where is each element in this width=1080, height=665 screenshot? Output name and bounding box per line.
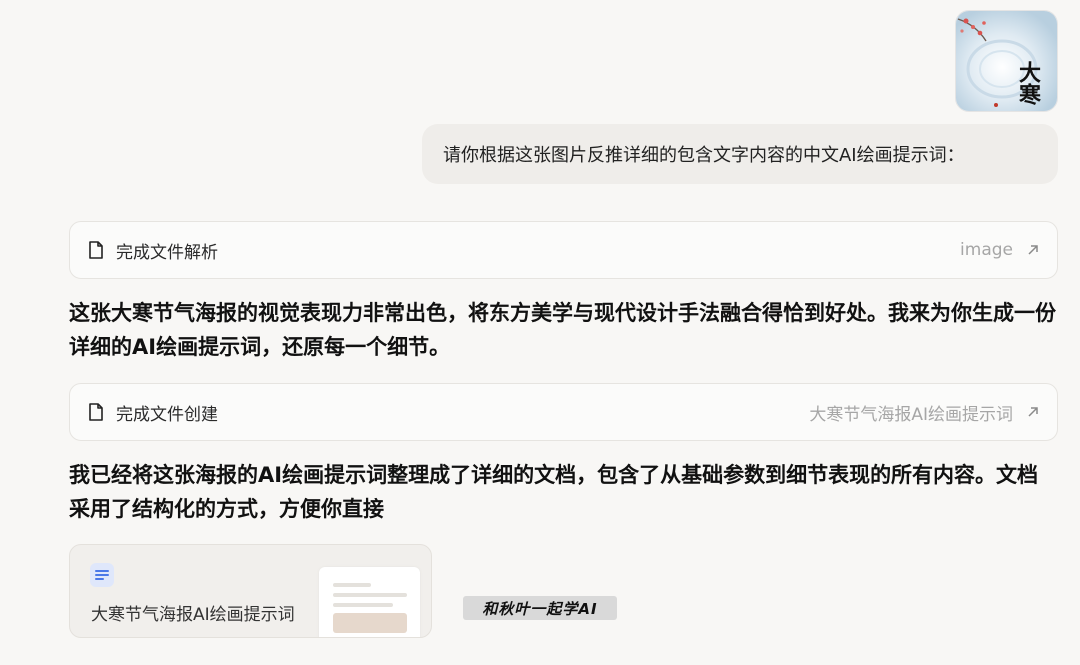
document-preview-card[interactable]: 大寒节气海报AI绘画提示词: [69, 544, 432, 638]
assistant-response-paragraph: 这张大寒节气海报的视觉表现力非常出色，将东方美学与现代设计手法融合得恰到好处。我…: [69, 301, 1056, 359]
file-create-label: 完成文件创建: [116, 404, 218, 425]
file-create-link[interactable]: 大寒节气海报AI绘画提示词: [809, 400, 1039, 425]
poster-image: 大寒: [956, 11, 1057, 111]
file-create-link-text: 大寒节气海报AI绘画提示词: [809, 404, 1013, 425]
user-message-bubble: 请你根据这张图片反推详细的包含文字内容的中文AI绘画提示词：: [422, 124, 1058, 184]
external-arrow-icon: [1028, 407, 1038, 417]
document-title: 大寒节气海报AI绘画提示词: [91, 605, 295, 625]
doc-file-icon: [90, 563, 114, 587]
watermark-text: 和秋叶一起学AI: [482, 599, 598, 618]
document-thumbnail: [319, 567, 420, 637]
external-arrow-icon: [1028, 245, 1038, 255]
chat-page: 大寒 请你根据这张图片反推详细的包含文字内容的中文AI绘画提示词： 完成文件解析…: [0, 0, 1080, 665]
poster-title-text: 大寒: [1015, 61, 1041, 106]
uploaded-image[interactable]: 大寒: [955, 10, 1058, 112]
file-parse-label: 完成文件解析: [116, 242, 218, 263]
assistant-response-paragraph: 我已经将这张海报的AI绘画提示词整理成了详细的文档，包含了从基础参数到细节表现的…: [69, 463, 1039, 521]
document-icon: [89, 241, 103, 259]
file-parse-link-text: image: [960, 240, 1013, 260]
document-icon: [89, 403, 103, 421]
file-parse-link[interactable]: image: [960, 240, 1039, 260]
user-message-text: 请你根据这张图片反推详细的包含文字内容的中文AI绘画提示词：: [443, 145, 965, 166]
file-create-card[interactable]: 完成文件创建 大寒节气海报AI绘画提示词: [69, 383, 1058, 441]
watermark: 和秋叶一起学AI: [463, 596, 617, 620]
file-parse-card[interactable]: 完成文件解析 image: [69, 221, 1058, 279]
